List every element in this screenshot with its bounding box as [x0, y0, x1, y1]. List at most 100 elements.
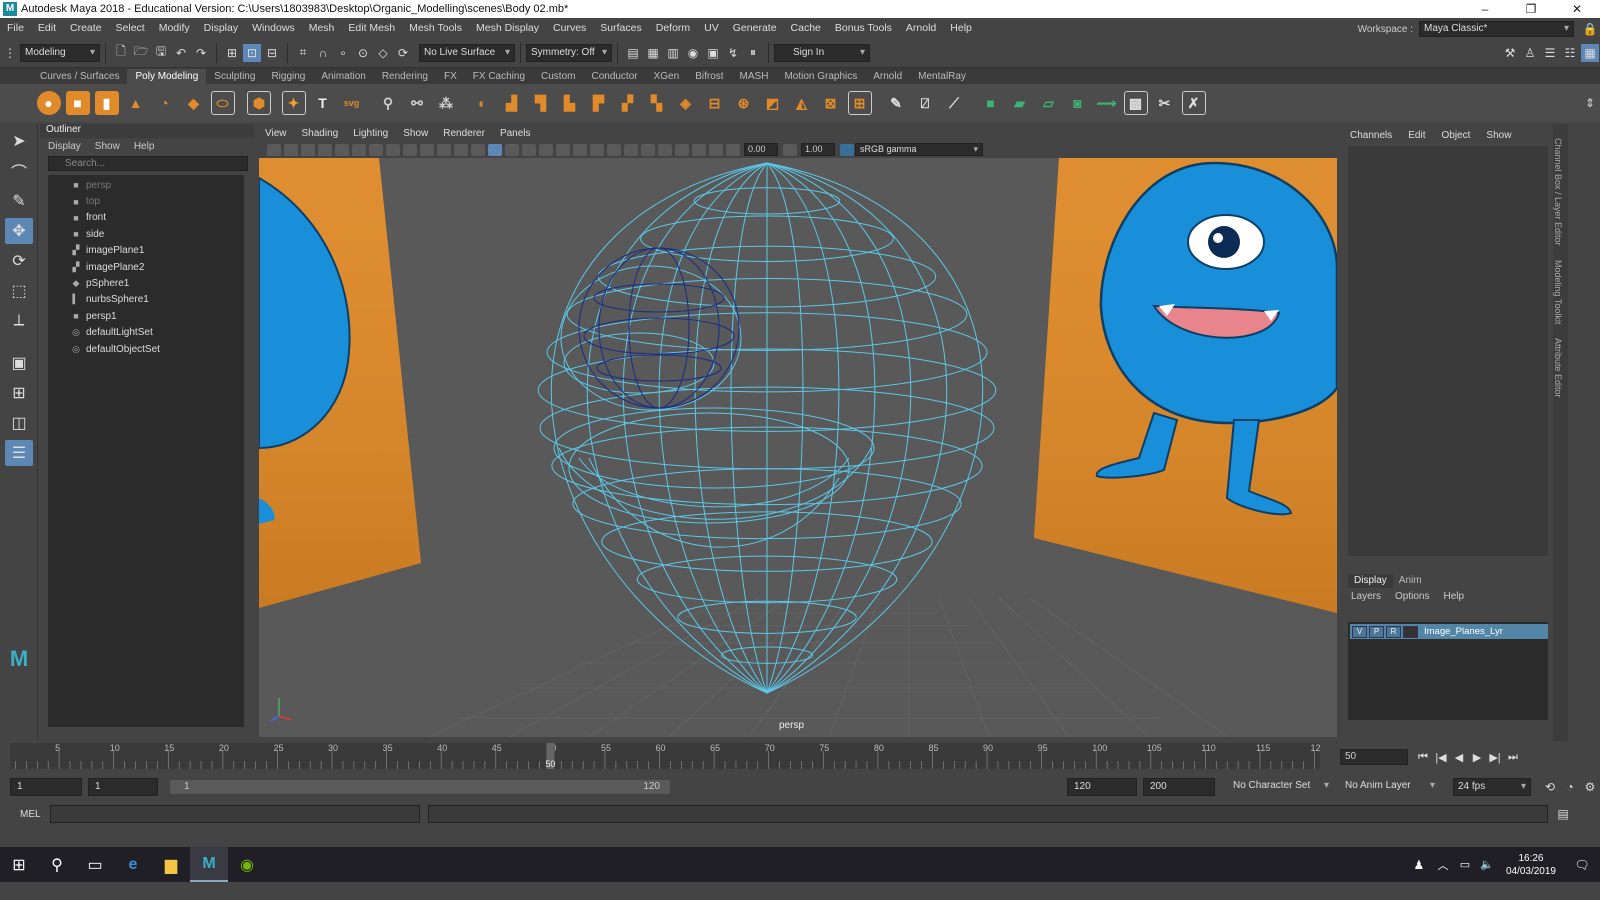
append-polygon-icon[interactable]: ▞ [616, 91, 640, 115]
shelf-tab-mentalray[interactable]: MentalRay [910, 69, 974, 84]
ambient-occlusion-icon[interactable] [606, 143, 621, 156]
bevel-icon[interactable]: ▙ [558, 91, 582, 115]
live-surface-select[interactable]: No Live Surface [419, 43, 515, 62]
loop-icon[interactable]: ⟲ [1541, 778, 1559, 796]
tab-channel-box-layer-editor[interactable]: Channel Box / Layer Editor [1553, 138, 1563, 246]
menu-edit-mesh[interactable]: Edit Mesh [341, 22, 402, 34]
ipr-render-icon[interactable]: ▥ [664, 44, 682, 62]
anim-start-field[interactable]: 1 [10, 778, 82, 796]
shelf-tab-rendering[interactable]: Rendering [374, 69, 436, 84]
layer-playback-toggle[interactable]: P [1369, 625, 1384, 638]
outliner-menu-show[interactable]: Show [95, 141, 120, 152]
redo-icon[interactable]: ↷ [192, 44, 210, 62]
motion-blur-icon[interactable] [623, 143, 638, 156]
menu-file[interactable]: File [0, 22, 31, 34]
poly-cone-icon[interactable]: ▲ [124, 91, 148, 115]
spherical-map-icon[interactable]: ◙ [1066, 91, 1090, 115]
wireframe-icon[interactable] [487, 143, 502, 156]
quad-draw-icon[interactable]: ⊞ [847, 91, 872, 115]
shelf-tab-sculpting[interactable]: Sculpting [206, 69, 263, 84]
shelf-tab-animation[interactable]: Animation [313, 69, 373, 84]
bridge-icon[interactable]: ▜ [529, 91, 553, 115]
network-icon[interactable]: ▭ [1454, 847, 1476, 882]
fill-hole-icon[interactable]: ▛ [587, 91, 611, 115]
combine-icon[interactable]: ⚲ [376, 91, 400, 115]
playback-start-field[interactable]: 1 [88, 778, 158, 796]
current-frame-field[interactable]: 50 [1340, 749, 1408, 765]
command-language-label[interactable]: MEL [20, 809, 46, 820]
smooth-shade-icon[interactable] [504, 143, 519, 156]
range-slider[interactable]: 1 120 [170, 778, 670, 796]
move-tool-icon[interactable]: ✥ [5, 218, 33, 244]
body-wireframe[interactable] [537, 162, 997, 694]
image-plane-left[interactable] [259, 158, 421, 608]
shelf-tab-rigging[interactable]: Rigging [263, 69, 313, 84]
sew-uv-icon[interactable]: ✗ [1181, 91, 1206, 115]
gamma-field[interactable]: 1.00 [801, 143, 835, 156]
xray-components-icon[interactable] [708, 143, 723, 156]
render-frame-icon[interactable]: ▦ [644, 44, 662, 62]
last-tool-icon[interactable]: ⟂ [5, 308, 33, 334]
timeline-track[interactable]: 5 10 15 20 25 30 35 40 45 50 55 60 65 70 75 80 85 90 95 100… [10, 743, 1326, 769]
outliner-layout-icon[interactable]: ☰ [5, 440, 33, 466]
select-camera-icon[interactable] [266, 143, 281, 156]
viewport-scene[interactable]: persp [259, 158, 1337, 737]
shelf-tab-fx[interactable]: FX [436, 69, 465, 84]
uv-editor-icon[interactable]: ■ [979, 91, 1003, 115]
snap-surface-icon[interactable]: ◇ [374, 44, 392, 62]
fps-select[interactable]: 24 fps [1453, 778, 1531, 796]
symmetry-select[interactable]: Symmetry: Off [526, 43, 612, 62]
film-gate-icon[interactable] [385, 143, 400, 156]
close-button[interactable]: ✕ [1554, 0, 1600, 18]
rotate-tool-icon[interactable]: ⟳ [5, 248, 33, 274]
command-input[interactable] [50, 805, 420, 823]
menu-windows[interactable]: Windows [245, 22, 302, 34]
menu-deform[interactable]: Deform [649, 22, 697, 34]
paint-select-icon[interactable]: ✎ [5, 188, 33, 214]
auto-key-icon[interactable]: ◔ [1561, 778, 1579, 796]
type-tool-icon[interactable]: T [311, 91, 335, 115]
color-management-icon[interactable] [839, 143, 854, 156]
poly-disc-icon[interactable]: ⬭ [210, 91, 235, 115]
smooth-icon[interactable]: ⁂ [434, 91, 458, 115]
menu-mesh[interactable]: Mesh [302, 22, 342, 34]
menu-mesh-tools[interactable]: Mesh Tools [402, 22, 469, 34]
image-plane-right[interactable] [1034, 158, 1337, 613]
view-transform-select[interactable]: sRGB gamma [855, 143, 983, 156]
cylindrical-map-icon[interactable]: ▱ [1037, 91, 1061, 115]
auto-map-icon[interactable]: ⟿ [1095, 91, 1119, 115]
menu-cache[interactable]: Cache [784, 22, 828, 34]
2d-pan-zoom-icon[interactable] [334, 143, 349, 156]
layer-name[interactable]: Image_Planes_Lyr [1424, 626, 1503, 637]
lock-icon[interactable]: 🔒 [1581, 20, 1599, 38]
viewport-menu-show[interactable]: Show [403, 128, 428, 139]
menu-display[interactable]: Display [197, 22, 245, 34]
people-icon[interactable]: ♟ [1406, 847, 1432, 882]
viewport-menu-panels[interactable]: Panels [500, 128, 531, 139]
menu-modify[interactable]: Modify [152, 22, 197, 34]
default-material-icon[interactable] [521, 143, 536, 156]
outliner-item[interactable]: ◎ defaultLightSet [48, 325, 244, 341]
image-plane-toggle-icon[interactable] [317, 143, 332, 156]
poly-plane-icon[interactable]: ◆ [182, 91, 206, 115]
outliner-menu-display[interactable]: Display [48, 141, 81, 152]
anim-layer-select[interactable]: No Anim Layer [1341, 778, 1439, 796]
open-scene-icon[interactable]: 🗁 [132, 44, 150, 62]
file-explorer-icon[interactable]: ▆ [152, 847, 190, 882]
outliner-item[interactable]: ■ persp1 [48, 308, 244, 324]
camera-attributes-icon[interactable] [283, 143, 298, 156]
poly-torus-icon[interactable]: ◔ [153, 91, 177, 115]
snap-curve-icon[interactable]: ∩ [314, 44, 332, 62]
layer-row[interactable]: V P R Image_Planes_Lyr [1350, 624, 1548, 639]
nvidia-icon[interactable]: ◉ [228, 847, 266, 882]
checker-icon[interactable]: ▩ [1123, 91, 1148, 115]
taskbar-clock[interactable]: 16:26 04/03/2019 [1506, 852, 1556, 878]
layer-menu-layers[interactable]: Layers [1351, 591, 1381, 602]
step-back-frame-button[interactable]: ◀ [1450, 751, 1468, 764]
character-controls-icon[interactable]: ♙ [1521, 44, 1539, 62]
target-weld-icon[interactable]: ⊠ [819, 91, 843, 115]
snap-live-icon[interactable]: ⟳ [394, 44, 412, 62]
anim-end-field[interactable]: 200 [1143, 778, 1215, 796]
menu-help[interactable]: Help [943, 22, 979, 34]
shelf-tab-bifrost[interactable]: Bifrost [687, 69, 731, 84]
